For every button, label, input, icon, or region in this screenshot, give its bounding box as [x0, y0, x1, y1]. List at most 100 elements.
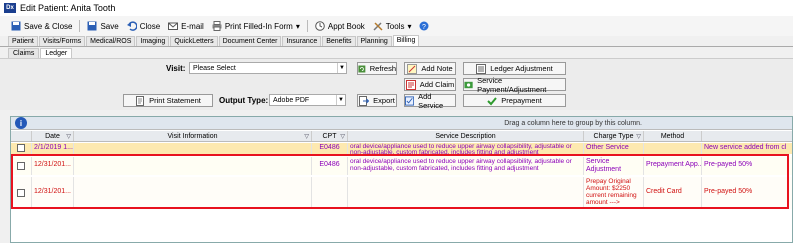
tab-planning[interactable]: Planning — [356, 36, 392, 46]
chevron-down-icon: ▾ — [295, 21, 300, 31]
header-method[interactable]: Method — [644, 131, 702, 141]
tab-claims[interactable]: Claims — [8, 48, 40, 58]
tab-ledger[interactable]: Ledger — [40, 48, 73, 58]
service-payment-button[interactable]: Service Payment/Adjustment — [463, 75, 566, 94]
info-icon[interactable]: i — [15, 117, 27, 129]
visit-label: Visit: — [166, 64, 186, 73]
row-checkbox-cell — [11, 143, 32, 154]
ledger-grid: i Drag a column here to group by this co… — [10, 116, 793, 243]
add-service-button[interactable]: Add Service — [404, 92, 456, 110]
main-tabs: Patient Visits/Forms Medical/ROS Imaging… — [0, 35, 793, 47]
print-form-label: Print Filled-In Form — [224, 21, 293, 31]
row-checkbox[interactable] — [17, 144, 25, 152]
save-button[interactable]: Save — [84, 20, 121, 32]
row-date: 12/31/201... — [32, 157, 74, 175]
print-statement-button[interactable]: Print Statement — [123, 94, 213, 107]
filter-icon[interactable]: ▽ — [636, 133, 641, 140]
app-icon: Dx — [4, 3, 16, 13]
help-icon: ? — [419, 21, 429, 31]
header-cpt[interactable]: CPT ▽ — [312, 131, 348, 141]
row-visit — [74, 143, 312, 154]
tab-quickletters[interactable]: QuickLetters — [170, 36, 218, 46]
visit-select[interactable]: Please Select ▼ — [189, 62, 347, 74]
output-type-label: Output Type: — [219, 96, 269, 105]
row-charge-type: Service Adjustment — [584, 157, 644, 175]
add-claim-label: Add Claim — [419, 80, 455, 89]
row-note: Pre-payed 50% — [704, 188, 753, 195]
print-form-button[interactable]: Print Filled-In Form ▾ — [209, 20, 303, 32]
tab-visits-forms[interactable]: Visits/Forms — [38, 36, 86, 46]
output-type-value: Adobe PDF — [273, 97, 310, 104]
table-row[interactable]: 2/1/2019 1... E0486 oral device/applianc… — [11, 143, 792, 154]
export-button[interactable]: Export — [357, 94, 397, 107]
tools-button[interactable]: Tools ▾ — [370, 20, 415, 32]
filter-icon[interactable]: ▽ — [340, 133, 345, 140]
tab-document-center[interactable]: Document Center — [218, 36, 282, 46]
output-type-select[interactable]: Adobe PDF ▼ — [269, 94, 346, 106]
prepayment-button[interactable]: Prepayment — [463, 94, 566, 107]
header-service-description[interactable]: Service Description — [348, 131, 584, 141]
filter-icon[interactable]: ▽ — [66, 133, 71, 140]
save-icon — [11, 21, 21, 31]
email-button[interactable]: E-mail — [165, 20, 207, 32]
save-icon — [87, 21, 97, 31]
help-button[interactable]: ? — [416, 20, 432, 32]
tab-medical-ros[interactable]: Medical/ROS — [86, 36, 136, 46]
row-description — [348, 177, 584, 209]
header-visit-label: Visit Information — [167, 132, 218, 140]
row-method: Prepayment App... — [644, 157, 702, 175]
group-panel: i Drag a column here to group by this co… — [11, 117, 792, 130]
svg-text:?: ? — [423, 24, 427, 31]
service-icon — [405, 95, 415, 106]
tab-benefits[interactable]: Benefits — [322, 36, 356, 46]
filter-icon[interactable]: ▽ — [304, 133, 309, 140]
refresh-label: Refresh — [369, 64, 396, 73]
row-cpt: E0486 — [312, 157, 348, 175]
tab-insurance[interactable]: Insurance — [282, 36, 322, 46]
row-date: 2/1/2019 1... — [32, 143, 74, 154]
ledger-form: Visit: Please Select ▼ Refresh Add Note … — [0, 58, 793, 110]
grid-header: Date ▽ Visit Information ▽ CPT ▽ Service… — [11, 131, 792, 142]
header-charge-type[interactable]: Charge Type ▽ — [584, 131, 644, 141]
refresh-button[interactable]: Refresh — [357, 62, 397, 75]
claim-icon — [405, 79, 416, 90]
header-charge-type-label: Charge Type — [593, 132, 634, 140]
table-row[interactable]: 12/31/201... Prepay Original Amount: $22… — [11, 177, 792, 209]
tab-imaging[interactable]: Imaging — [136, 36, 170, 46]
prepayment-icon — [487, 96, 498, 105]
add-claim-button[interactable]: Add Claim — [404, 78, 456, 91]
group-hint: Drag a column here to group by this colu… — [504, 119, 642, 127]
row-method: Credit Card — [644, 177, 702, 209]
row-checkbox[interactable] — [17, 162, 25, 170]
ledger-adjustment-button[interactable]: Ledger Adjustment — [463, 62, 566, 75]
save-close-button[interactable]: Save & Close — [8, 20, 75, 32]
header-date[interactable]: Date ▽ — [32, 131, 74, 141]
close-button[interactable]: Close — [124, 20, 163, 32]
table-row[interactable]: 12/31/201... E0486 oral device/appliance… — [11, 157, 792, 175]
row-method — [644, 143, 702, 154]
row-cpt: E0486 — [312, 143, 348, 154]
row-date: 12/31/201... — [32, 177, 74, 209]
ledger-adjustment-label: Ledger Adjustment — [490, 64, 553, 73]
header-select — [11, 131, 32, 141]
appt-book-button[interactable]: Appt Book — [312, 20, 368, 32]
tab-patient[interactable]: Patient — [8, 36, 38, 46]
header-visit-information[interactable]: Visit Information ▽ — [74, 131, 312, 141]
add-note-button[interactable]: Add Note — [404, 62, 456, 75]
undo-icon — [126, 21, 137, 31]
chevron-down-icon: ▼ — [336, 95, 345, 105]
header-cpt-label: CPT — [322, 132, 337, 140]
tab-billing[interactable]: Billing — [392, 35, 420, 46]
toolbar: Save & Close Save Close E-mail Print Fil… — [0, 16, 793, 36]
row-description: oral device/appliance used to reduce upp… — [348, 157, 584, 175]
row-checkbox[interactable] — [17, 189, 25, 197]
chevron-down-icon: ▼ — [337, 63, 346, 73]
header-notes[interactable] — [702, 131, 792, 141]
service-payment-label: Service Payment/Adjustment — [477, 75, 547, 94]
visit-select-value: Please Select — [193, 65, 236, 72]
row-charge-type: Other Service — [584, 143, 644, 154]
row-note: Pre-payed 50% — [704, 161, 753, 168]
header-date-label: Date — [45, 132, 60, 140]
export-icon — [359, 95, 370, 106]
email-icon — [168, 22, 179, 30]
